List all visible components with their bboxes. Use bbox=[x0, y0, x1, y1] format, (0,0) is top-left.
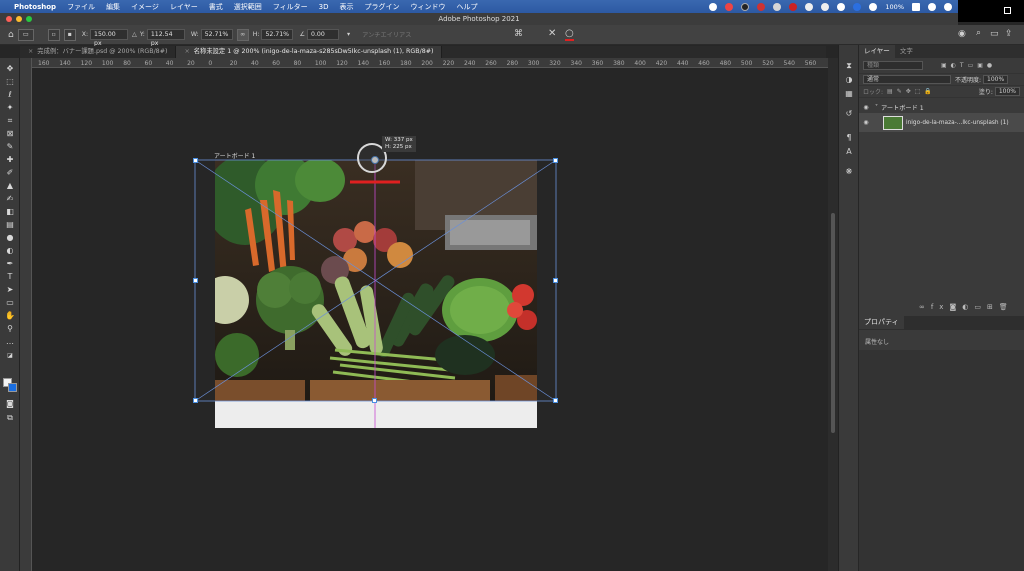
paragraph-icon[interactable]: A bbox=[844, 147, 854, 156]
scrollbar-thumb[interactable] bbox=[831, 213, 835, 433]
transform-handle[interactable] bbox=[193, 158, 198, 163]
lock-label: ロック: bbox=[863, 89, 884, 96]
layers-panel-tabs: レイヤー 文字 bbox=[859, 45, 1024, 58]
transform-handle[interactable] bbox=[372, 398, 377, 403]
history-icon[interactable]: ↺ bbox=[844, 109, 854, 118]
tab-layers[interactable]: レイヤー bbox=[859, 45, 895, 58]
fill-field[interactable]: 100% bbox=[994, 87, 1020, 96]
artboard-layer-name[interactable]: アートボード 1 bbox=[881, 103, 924, 112]
image-layer-name[interactable]: inigo-de-la-maza-...Ikc-unsplash (1) bbox=[906, 120, 1009, 126]
layers-properties-panel: レイヤー 文字 種類 ▣◐T▭▣● 通常 不透明度: 100% ロック: ▤✎✥… bbox=[859, 45, 1024, 571]
character-icon[interactable]: ¶ bbox=[844, 133, 854, 142]
layer-filter-field[interactable]: 種類 bbox=[863, 61, 923, 70]
transform-handle[interactable] bbox=[553, 278, 558, 283]
tooltip-width: W: 337 px bbox=[385, 137, 413, 143]
tab-properties[interactable]: プロパティ bbox=[859, 316, 904, 329]
properties-body bbox=[859, 350, 1024, 571]
blend-opacity-row: 通常 不透明度: 100% bbox=[859, 74, 1024, 86]
tab-character[interactable]: 文字 bbox=[895, 45, 918, 58]
opacity-field[interactable]: 100% bbox=[983, 75, 1009, 84]
glyphs-icon[interactable]: ❋ bbox=[844, 167, 854, 176]
transform-handle[interactable] bbox=[553, 158, 558, 163]
transform-tooltip: W: 337 px H: 225 px bbox=[382, 136, 416, 152]
properties-tabs: プロパティ bbox=[859, 316, 1024, 330]
libraries-icon[interactable]: ⧗ bbox=[844, 61, 854, 70]
blend-mode-select[interactable]: 通常 bbox=[863, 75, 951, 84]
fill-label: 塗り: bbox=[978, 89, 993, 96]
transform-handle[interactable] bbox=[193, 278, 198, 283]
visibility-eye-icon[interactable]: ◉ bbox=[861, 104, 871, 111]
layer-thumbnail bbox=[883, 115, 903, 130]
panel-icon-strip: ⧗ ◑ ▦ ↺ ¶ A ❋ bbox=[838, 45, 858, 571]
adjustments-icon[interactable]: ◑ bbox=[844, 75, 854, 84]
properties-content: 属性なし bbox=[865, 339, 890, 346]
visibility-eye-icon[interactable]: ◉ bbox=[861, 119, 871, 126]
vertical-scrollbar[interactable] bbox=[828, 58, 838, 571]
swatches-icon[interactable]: ▦ bbox=[844, 89, 854, 98]
lock-icons[interactable]: ▤✎✥⬚🔒 bbox=[887, 88, 936, 95]
layer-row-artboard[interactable]: ◉ ˅ アートボード 1 bbox=[859, 102, 1024, 113]
expand-chevron-icon[interactable]: ˅ bbox=[875, 104, 878, 111]
filter-icons[interactable]: ▣◐T▭▣● bbox=[941, 62, 996, 69]
lock-fill-row: ロック: ▤✎✥⬚🔒 塗り: 100% bbox=[859, 86, 1024, 98]
opacity-label: 不透明度: bbox=[955, 77, 982, 84]
transform-handle[interactable] bbox=[193, 398, 198, 403]
layer-filter-row: 種類 ▣◐T▭▣● bbox=[859, 58, 1024, 74]
tooltip-height: H: 225 px bbox=[385, 144, 412, 150]
transform-handle[interactable] bbox=[553, 398, 558, 403]
layer-row-image[interactable]: ◉ inigo-de-la-maza-...Ikc-unsplash (1) bbox=[859, 113, 1024, 132]
layer-bottom-icons[interactable]: ∞fx◙◐▭⊞🗑 bbox=[919, 303, 1014, 311]
